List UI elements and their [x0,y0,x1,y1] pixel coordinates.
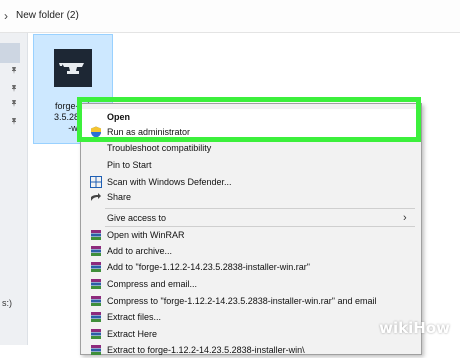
winrar-icon [90,295,102,307]
menu-item-give-access-to[interactable]: Give access to › [81,210,421,226]
winrar-icon [90,245,102,257]
menu-item-scan-defender[interactable]: Scan with Windows Defender... [81,174,421,190]
chevron-right-icon: › [403,212,407,224]
menu-item-extract-files[interactable]: Extract files... [81,309,421,325]
nav-drive-label[interactable]: s:) [2,298,12,308]
pin-icon [10,84,18,92]
menu-item-compress-to-rar-and-email[interactable]: Compress to "forge-1.12.2-14.23.5.2838-i… [81,293,421,309]
menu-separator [105,208,415,209]
pin-icon [10,117,18,125]
pin-icon [10,66,18,74]
chevron-right-icon[interactable]: › [4,9,8,23]
menu-item-add-to-rar[interactable]: Add to "forge-1.12.2-14.23.5.2838-instal… [81,259,421,275]
menu-item-extract-to-folder[interactable]: Extract to forge-1.12.2-14.23.5.2838-ins… [81,342,421,358]
menu-item-pin-to-start[interactable]: Pin to Start [81,157,421,173]
menu-item-open-with-winrar[interactable]: Open with WinRAR [81,227,421,243]
winrar-icon [90,261,102,273]
anvil-icon [54,49,92,87]
navigation-pane: s:) [0,33,28,345]
winrar-icon [90,229,102,241]
pin-icon [10,99,18,107]
menu-item-compress-and-email[interactable]: Compress and email... [81,276,421,292]
breadcrumb: › New folder (2) [0,0,460,33]
defender-icon [90,176,102,188]
winrar-icon [90,311,102,323]
wikihow-watermark: wikiHow [379,319,450,337]
winrar-icon [90,344,102,356]
menu-item-add-to-archive[interactable]: Add to archive... [81,243,421,259]
share-icon [90,191,102,203]
menu-item-troubleshoot-compatibility[interactable]: Troubleshoot compatibility [81,140,421,156]
highlight-box [77,97,421,142]
breadcrumb-folder[interactable]: New folder (2) [16,10,79,21]
nav-selected-item[interactable] [0,43,20,63]
menu-item-extract-here[interactable]: Extract Here [81,326,421,342]
winrar-icon [90,278,102,290]
winrar-icon [90,328,102,340]
menu-item-share[interactable]: Share [81,189,421,205]
